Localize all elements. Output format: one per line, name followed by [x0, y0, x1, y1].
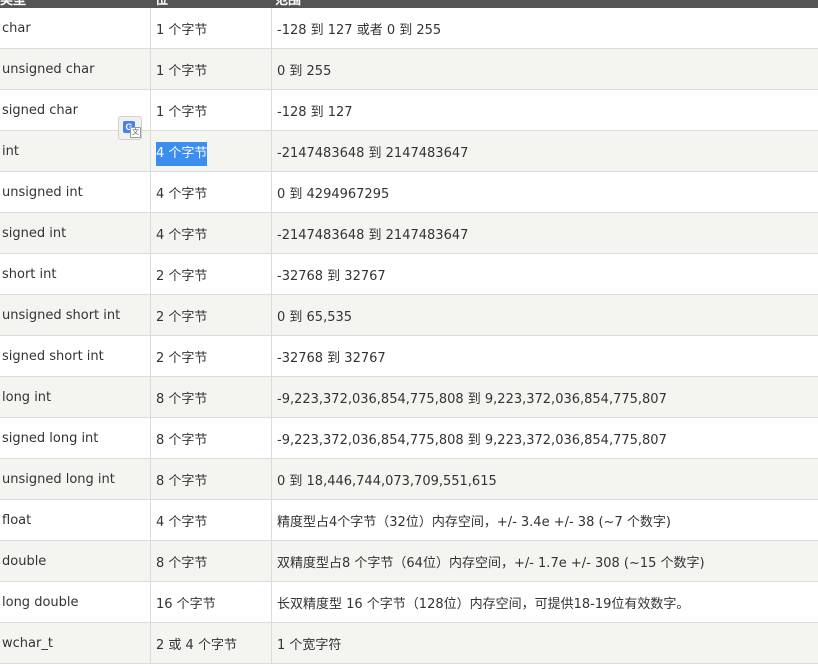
cell-size: 2 个字节 [150, 253, 272, 295]
cell-range: 0 到 4294967295 [271, 171, 818, 213]
cell-type: long double [0, 581, 151, 623]
cell-type: signed int [0, 212, 151, 254]
cell-range: -9,223,372,036,854,775,808 到 9,223,372,0… [271, 376, 818, 418]
cell-range: -32768 到 32767 [271, 253, 818, 295]
cell-size: 8 个字节 [150, 458, 272, 500]
cell-type: float [0, 499, 151, 541]
cell-type: signed long int [0, 417, 151, 459]
translate-text-glyph: 文 [130, 127, 141, 138]
header-size: 位 [155, 0, 169, 8]
cell-size: 2 个字节 [150, 335, 272, 377]
cell-range: -2147483648 到 2147483647 [271, 212, 818, 254]
cell-type: signed short int [0, 335, 151, 377]
table-row: signed int 4 个字节 -2147483648 到 2147483647 [0, 212, 818, 254]
cell-type: unsigned int [0, 171, 151, 213]
cell-size: 16 个字节 [150, 581, 272, 623]
table-row: long int 8 个字节 -9,223,372,036,854,775,808 … [0, 376, 818, 418]
cell-range: -9,223,372,036,854,775,808 到 9,223,372,0… [271, 417, 818, 459]
cell-size: 8 个字节 [150, 540, 272, 582]
cell-size: 4 个字节 [150, 130, 272, 172]
selected-text: 4 个字节 [156, 141, 208, 166]
table-row: signed short int 2 个字节 -32768 到 32767 [0, 335, 818, 377]
cell-range: 双精度型占8 个字节（64位）内存空间，+/- 1.7e +/- 308 (~1… [271, 540, 818, 582]
cell-size: 8 个字节 [150, 376, 272, 418]
cell-size: 1 个字节 [150, 48, 272, 90]
cell-size: 8 个字节 [150, 417, 272, 459]
google-translate-icon[interactable]: G 文 [118, 116, 142, 140]
cell-type: double [0, 540, 151, 582]
cell-type: wchar_t [0, 622, 151, 664]
cell-size: 4 个字节 [150, 171, 272, 213]
cell-range: -32768 到 32767 [271, 335, 818, 377]
cell-size: 1 个字节 [150, 8, 272, 49]
table-row: long double 16 个字节 长双精度型 16 个字节（128位）内存空间，… [0, 581, 818, 623]
cell-type: unsigned short int [0, 294, 151, 336]
page: 类型 位 范围 char 1 个字节 -128 到 127 或者 0 到 255 un… [0, 0, 818, 669]
cell-range: 长双精度型 16 个字节（128位）内存空间，可提供18-19位有效数字。 [271, 581, 818, 623]
table-row: unsigned int 4 个字节 0 到 4294967295 [0, 171, 818, 213]
cell-size: 4 个字节 [150, 499, 272, 541]
table-row: double 8 个字节 双精度型占8 个字节（64位）内存空间，+/- 1.7e … [0, 540, 818, 582]
header-range: 范围 [275, 0, 302, 8]
cell-size: 2 或 4 个字节 [150, 622, 272, 664]
data-types-table: char 1 个字节 -128 到 127 或者 0 到 255 unsigned c… [0, 8, 818, 664]
cell-type: short int [0, 253, 151, 295]
table-row: wchar_t 2 或 4 个字节 1 个宽字符 [0, 622, 818, 664]
cell-size: 4 个字节 [150, 212, 272, 254]
cell-range: 0 到 65,535 [271, 294, 818, 336]
cell-range: 0 到 255 [271, 48, 818, 90]
table-header: 类型 位 范围 [0, 0, 818, 8]
cell-range: -128 到 127 [271, 89, 818, 131]
table-row: short int 2 个字节 -32768 到 32767 [0, 253, 818, 295]
cell-range: -2147483648 到 2147483647 [271, 130, 818, 172]
cell-range: 0 到 18,446,744,073,709,551,615 [271, 458, 818, 500]
table-row: float 4 个字节 精度型占4个字节（32位）内存空间，+/- 3.4e +/-… [0, 499, 818, 541]
table-row: unsigned char 1 个字节 0 到 255 [0, 48, 818, 90]
cell-range: 精度型占4个字节（32位）内存空间，+/- 3.4e +/- 38 (~7 个数… [271, 499, 818, 541]
cell-type: long int [0, 376, 151, 418]
cell-size: 1 个字节 [150, 89, 272, 131]
cell-size: 2 个字节 [150, 294, 272, 336]
table-row: signed long int 8 个字节 -9,223,372,036,854,7… [0, 417, 818, 459]
table-row: unsigned long int 8 个字节 0 到 18,446,744,073… [0, 458, 818, 500]
table-row: unsigned short int 2 个字节 0 到 65,535 [0, 294, 818, 336]
cell-type: unsigned long int [0, 458, 151, 500]
header-type: 类型 [0, 0, 27, 8]
cell-type: unsigned char [0, 48, 151, 90]
cell-range: -128 到 127 或者 0 到 255 [271, 8, 818, 49]
cell-range: 1 个宽字符 [271, 622, 818, 664]
table-row: char 1 个字节 -128 到 127 或者 0 到 255 [0, 8, 818, 49]
cell-type: char [0, 8, 151, 49]
